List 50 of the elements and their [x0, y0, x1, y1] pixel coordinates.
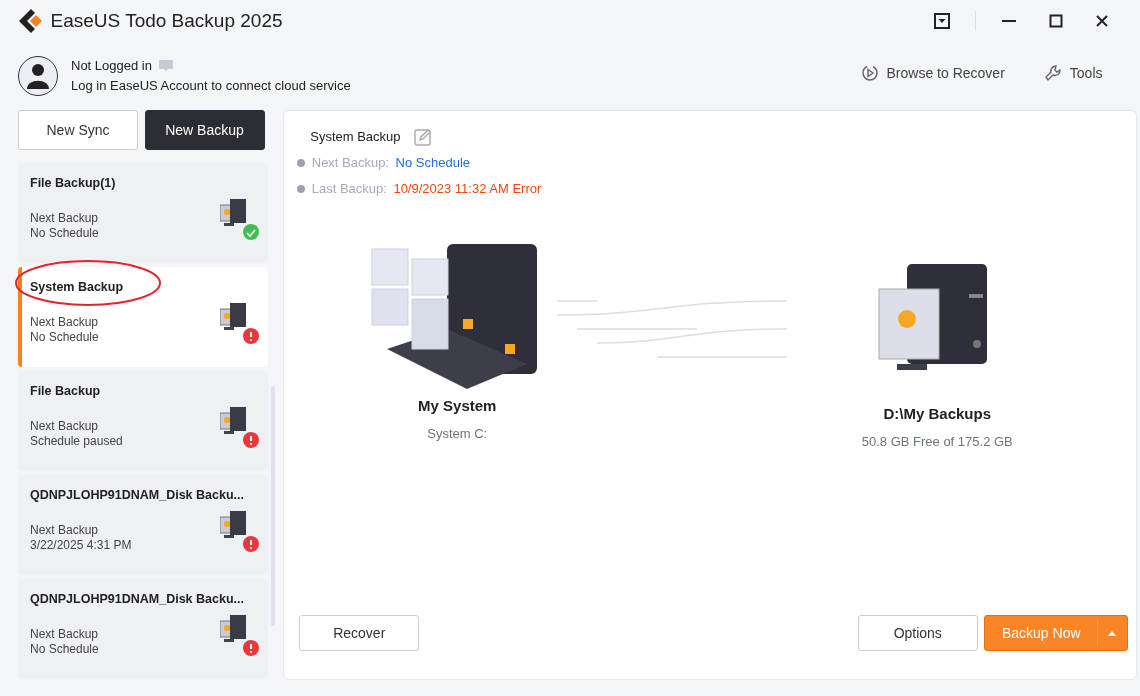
person-icon — [27, 63, 49, 89]
backup-task-card[interactable]: QDNPJLOHP91DNAM_Disk Backu... Next Backup 3/22/2025 4:31 PM — [18, 475, 268, 575]
task-title: System Backup — [30, 279, 124, 296]
next-backup-value: 3/22/2025 4:31 PM — [30, 538, 132, 553]
source-name: My System — [418, 396, 497, 417]
new-sync-button[interactable]: New Sync — [18, 110, 138, 150]
maximize-icon — [1047, 13, 1064, 29]
tools-button[interactable]: Tools — [1043, 62, 1103, 84]
info-label: Last Backup: — [311, 180, 387, 199]
info-value: No Schedule — [395, 154, 471, 173]
next-backup-value: Schedule paused — [30, 434, 123, 449]
next-backup-value: No Schedule — [30, 330, 99, 345]
bullet-dot — [297, 159, 306, 167]
next-backup-label: Next Backup — [30, 211, 99, 226]
next-backup-label: Next Backup — [30, 627, 99, 642]
close-icon — [1094, 13, 1110, 29]
info-label: Next Backup: — [311, 154, 390, 173]
task-title: QDNPJLOHP91DNAM_Disk Backu... — [30, 487, 244, 504]
target-detail: 50.8 GB Free of 175.2 GB — [861, 433, 1013, 452]
info-value: 10/9/2023 11:32 AM Error — [393, 180, 542, 199]
task-title: File Backup(1) — [30, 175, 116, 192]
next-backup-label: Next Backup — [30, 315, 99, 330]
bullet-dot — [297, 185, 306, 193]
next-backup-value: No Schedule — [30, 226, 99, 241]
backup-task-card[interactable]: File Backup Next Backup Schedule paused — [18, 371, 268, 471]
backup-task-card[interactable]: QDNPJLOHP91DNAM_Disk Backu... Next Backup No Schedule — [18, 579, 268, 679]
message-icon — [158, 59, 175, 73]
account-hint[interactable]: Log in EaseUS Account to connect cloud service — [71, 75, 351, 95]
next-backup-value: No Schedule — [30, 642, 99, 657]
next-backup-label: Next Backup — [30, 523, 100, 538]
source-detail: System C: — [427, 425, 488, 444]
app-logo-icon — [18, 8, 44, 34]
account-status[interactable]: Not Logged in — [71, 56, 152, 76]
browse-recover-button[interactable]: Browse to Recover — [860, 62, 1005, 84]
target-name: D:\My Backups — [883, 404, 991, 425]
window-title: EaseUS Todo Backup 2025 — [50, 8, 283, 33]
new-backup-button[interactable]: New Backup — [144, 110, 265, 150]
task-title: File Backup — [30, 383, 101, 400]
backup-task-card[interactable]: System Backup Next Backup No Schedule — [18, 267, 268, 367]
menu-dropdown-icon — [934, 13, 950, 29]
wrench-icon — [1043, 64, 1062, 82]
backup-task-card[interactable]: File Backup(1) Next Backup No Schedule — [18, 163, 268, 263]
options-button[interactable]: Options — [857, 615, 978, 651]
minimize-icon — [1002, 20, 1016, 22]
avatar-icon[interactable] — [18, 56, 58, 96]
backup-title: System Backup — [310, 128, 401, 147]
recover-button[interactable]: Recover — [299, 615, 420, 651]
next-backup-label: Next Backup — [30, 419, 100, 434]
task-title: QDNPJLOHP91DNAM_Disk Backu... — [30, 591, 244, 608]
recover-icon — [860, 64, 879, 82]
